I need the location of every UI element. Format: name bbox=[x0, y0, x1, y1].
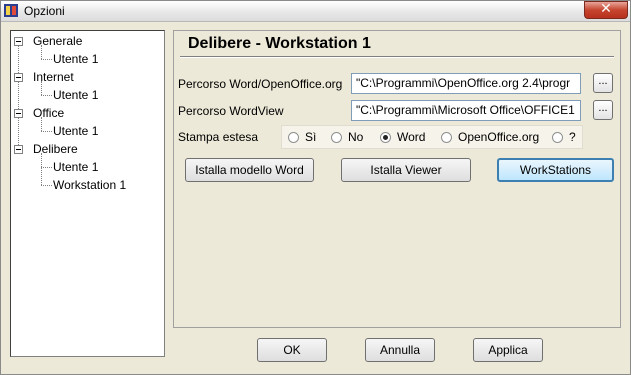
print-options-group: Sì No Word OpenOffice.org ? bbox=[281, 125, 583, 149]
tree-leaf-line bbox=[41, 59, 52, 60]
radio-no-label: No bbox=[348, 130, 364, 144]
ok-button[interactable]: OK bbox=[257, 338, 327, 362]
tree-root-line bbox=[18, 45, 19, 153]
window-title: Opzioni bbox=[24, 4, 65, 18]
tree-item-office-utente[interactable]: Utente 1 bbox=[53, 123, 98, 139]
header-divider bbox=[180, 56, 614, 58]
radio-si-circle bbox=[288, 132, 299, 143]
close-button[interactable]: ✕ bbox=[584, 1, 628, 19]
install-word-template-button[interactable]: Istalla modello Word bbox=[185, 158, 314, 182]
tree-leaf-line bbox=[41, 95, 52, 96]
panel-title: Delibere - Workstation 1 bbox=[188, 35, 371, 52]
tree-item-internet[interactable]: Internet bbox=[33, 69, 74, 85]
tree-item-office[interactable]: Office bbox=[33, 105, 64, 121]
tree-expander-office[interactable] bbox=[14, 109, 23, 118]
workstations-button[interactable]: WorkStations bbox=[497, 158, 614, 182]
tree-item-internet-utente[interactable]: Utente 1 bbox=[53, 87, 98, 103]
tree-item-delibere-utente[interactable]: Utente 1 bbox=[53, 159, 98, 175]
apply-button[interactable]: Applica bbox=[473, 338, 543, 362]
tree-expander-delibere[interactable] bbox=[14, 145, 23, 154]
options-tree[interactable]: Generale Utente 1 Internet Utente 1 Offi… bbox=[10, 30, 165, 357]
options-window: Opzioni ✕ Generale Utente 1 Internet Ute… bbox=[0, 0, 631, 375]
install-viewer-button[interactable]: Istalla Viewer bbox=[341, 158, 471, 182]
radio-si-label: Sì bbox=[305, 130, 317, 144]
radio-no-circle bbox=[331, 132, 342, 143]
radio-word-circle bbox=[380, 132, 391, 143]
close-icon: ✕ bbox=[600, 1, 612, 17]
radio-word-label: Word bbox=[397, 130, 426, 144]
cancel-button[interactable]: Annulla bbox=[365, 338, 435, 362]
browse-word-button[interactable]: ... bbox=[593, 73, 613, 93]
radio-question-circle bbox=[552, 132, 563, 143]
tree-item-generale-utente[interactable]: Utente 1 bbox=[53, 51, 98, 67]
tree-leaf-line bbox=[41, 167, 52, 168]
word-path-field[interactable]: "C:\Programmi\OpenOffice.org 2.4\progr bbox=[351, 73, 581, 94]
radio-question-label: ? bbox=[569, 130, 576, 144]
tree-item-delibere[interactable]: Delibere bbox=[33, 141, 78, 157]
tree-branch-line bbox=[41, 153, 42, 185]
tree-item-delibere-workstation[interactable]: Workstation 1 bbox=[53, 177, 126, 193]
wordview-path-field[interactable]: "C:\Programmi\Microsoft Office\OFFICE1 bbox=[351, 100, 581, 121]
radio-openoffice-label: OpenOffice.org bbox=[458, 130, 540, 144]
tree-leaf-line bbox=[41, 131, 52, 132]
tree-expander-internet[interactable] bbox=[14, 73, 23, 82]
word-path-label: Percorso Word/OpenOffice.org bbox=[178, 77, 343, 91]
radio-openoffice-circle bbox=[441, 132, 452, 143]
wordview-path-label: Percorso WordView bbox=[178, 104, 284, 118]
tree-leaf-line bbox=[41, 185, 52, 186]
browse-wordview-button[interactable]: ... bbox=[593, 100, 613, 120]
tree-item-generale[interactable]: Generale bbox=[33, 33, 82, 49]
settings-panel: Delibere - Workstation 1 Percorso Word/O… bbox=[173, 30, 621, 328]
tree-expander-generale[interactable] bbox=[14, 37, 23, 46]
title-bar[interactable]: Opzioni ✕ bbox=[1, 1, 630, 22]
print-extended-label: Stampa estesa bbox=[178, 130, 259, 144]
app-icon bbox=[4, 4, 18, 17]
